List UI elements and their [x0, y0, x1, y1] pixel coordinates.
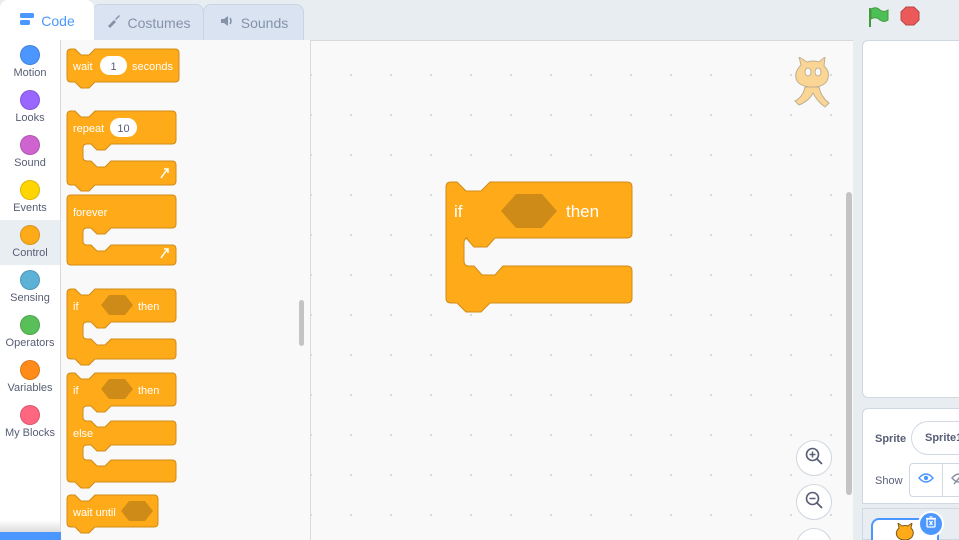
category-label: Events: [13, 202, 47, 214]
stage[interactable]: [862, 40, 959, 398]
delete-sprite-button[interactable]: [918, 511, 944, 537]
code-icon: [19, 12, 35, 29]
zoom-out-button[interactable]: [796, 484, 832, 520]
category-color-dot: [20, 180, 40, 200]
category-sensing[interactable]: Sensing: [0, 265, 60, 310]
category-color-dot: [20, 270, 40, 290]
zoom-in-icon: [804, 446, 824, 471]
if-then-script[interactable]: if then: [444, 181, 644, 321]
zoom-out-icon: [804, 490, 824, 515]
script-workspace[interactable]: if then: [311, 40, 853, 540]
then-label: then: [138, 301, 159, 313]
category-label: Control: [12, 247, 48, 259]
category-label: Motion: [13, 67, 47, 79]
forever-block[interactable]: forever: [66, 194, 177, 266]
category-label: Sensing: [10, 292, 50, 304]
then-label: then: [566, 202, 599, 221]
cat-sprite-icon: [893, 521, 917, 540]
eye-icon: [918, 471, 934, 489]
category-menu: Motion Looks Sound Events Control Sensing Oper…: [0, 40, 61, 540]
wait-block[interactable]: wait 1 seconds: [66, 48, 180, 89]
zoom-in-button[interactable]: [796, 440, 832, 476]
trash-icon: [925, 515, 937, 533]
category-control[interactable]: Control: [0, 220, 60, 265]
eye-slash-icon: [950, 471, 959, 490]
block-palette: wait 1 seconds repeat 10 forever if then: [61, 40, 311, 540]
category-color-dot: [20, 360, 40, 380]
tab-sounds[interactable]: Sounds: [203, 4, 304, 40]
speaker-icon: [219, 13, 235, 32]
tab-code-label: Code: [41, 12, 75, 29]
category-color-dot: [20, 90, 40, 110]
wait-value: 1: [110, 61, 116, 73]
category-label: Variables: [7, 382, 53, 394]
category-my-blocks[interactable]: My Blocks: [0, 400, 60, 445]
category-sound[interactable]: Sound: [0, 130, 60, 175]
stop-icon[interactable]: [900, 6, 920, 26]
sprite-info-panel: Sprite Sprite1 Show: [862, 408, 959, 504]
tab-costumes[interactable]: Costumes: [92, 4, 204, 40]
repeat-value: 10: [117, 123, 129, 135]
category-motion[interactable]: Motion: [0, 40, 60, 85]
sprite-list: [862, 508, 959, 540]
show-label: Show: [875, 475, 903, 487]
palette-blocks: wait 1 seconds repeat 10 forever if then: [66, 48, 180, 534]
category-operators[interactable]: Operators: [0, 310, 60, 355]
brush-icon: [105, 13, 121, 32]
category-menu-fade: [0, 520, 61, 532]
category-events[interactable]: Events: [0, 175, 60, 220]
category-color-dot: [20, 45, 40, 65]
editor-tabs: Costumes Sounds Code: [0, 0, 310, 40]
repeat-label: repeat: [73, 123, 104, 135]
category-menu-bottom-bar: [0, 532, 61, 540]
category-label: Looks: [15, 112, 45, 124]
category-label: Operators: [5, 337, 55, 349]
tab-costumes-label: Costumes: [127, 14, 191, 31]
tab-code[interactable]: Code: [0, 0, 94, 40]
if-else-block[interactable]: if then else: [66, 372, 177, 489]
repeat-block[interactable]: repeat 10: [66, 110, 177, 192]
palette-scrollbar[interactable]: [299, 300, 304, 346]
if-label: if: [73, 385, 79, 397]
else-label: else: [73, 428, 93, 440]
wait-until-label: wait until: [72, 507, 116, 519]
category-color-dot: [20, 315, 40, 335]
cat-sprite-icon: [787, 55, 835, 114]
category-variables[interactable]: Variables: [0, 355, 60, 400]
if-label: if: [454, 202, 463, 221]
show-sprite-button[interactable]: [909, 463, 943, 497]
if-label: if: [73, 301, 79, 313]
green-flag-icon[interactable]: [867, 6, 889, 28]
then-label: then: [138, 385, 159, 397]
category-label: Sound: [14, 157, 46, 169]
wait-label: wait: [72, 61, 93, 73]
sprite-label: Sprite: [875, 433, 907, 445]
wait-until-block[interactable]: wait until: [66, 494, 159, 534]
category-color-dot: [20, 405, 40, 425]
wait-unit: seconds: [132, 61, 173, 73]
category-label: My Blocks: [4, 427, 56, 439]
category-looks[interactable]: Looks: [0, 85, 60, 130]
tab-sounds-label: Sounds: [240, 14, 289, 31]
category-color-dot: [20, 135, 40, 155]
workspace-scrollbar[interactable]: [846, 192, 852, 495]
category-color-dot: [20, 225, 40, 245]
sprite-name-input[interactable]: Sprite1: [911, 421, 959, 455]
if-then-block[interactable]: if then: [66, 288, 177, 366]
forever-label: forever: [73, 207, 108, 219]
hide-sprite-button[interactable]: [942, 463, 959, 497]
